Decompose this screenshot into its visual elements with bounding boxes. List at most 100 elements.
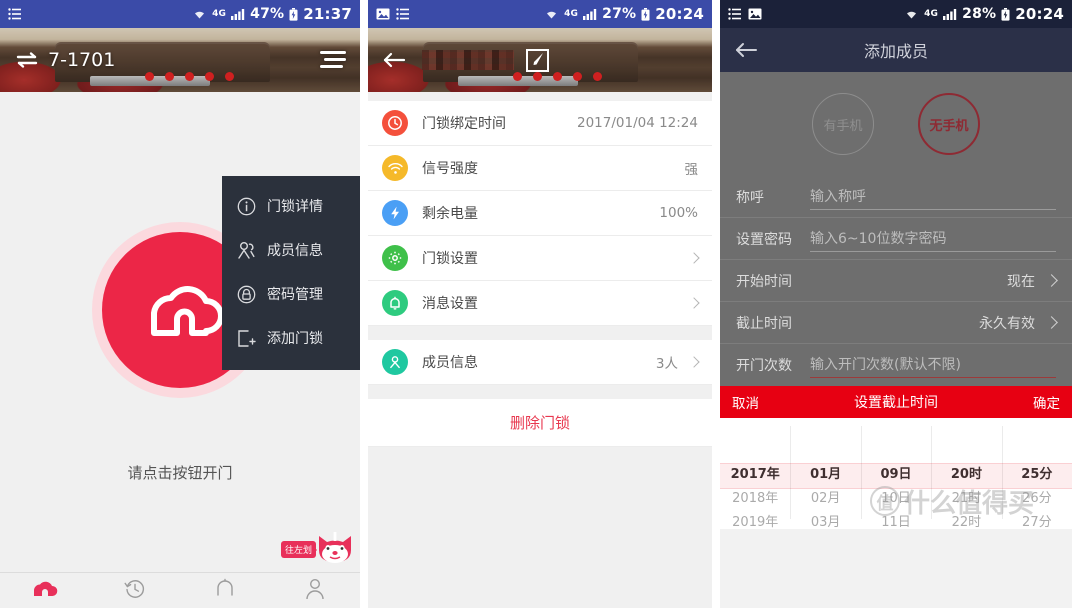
- picker-column-minute[interactable]: 25分 26分 27分: [1001, 418, 1072, 529]
- menu-item-member-info[interactable]: 成员信息: [222, 228, 360, 272]
- members-icon: [236, 240, 256, 260]
- toggle-has-phone[interactable]: 有手机: [812, 93, 874, 155]
- section-gap: [368, 326, 712, 340]
- image-icon: [376, 8, 390, 20]
- row-member-info[interactable]: 成员信息 3人: [368, 340, 712, 385]
- swap-arrows-icon[interactable]: [14, 51, 40, 69]
- nickname-input[interactable]: 输入称呼: [810, 184, 1056, 210]
- masked-lock-name: [422, 50, 514, 70]
- picker-item[interactable]: 2017年: [720, 463, 790, 487]
- row-value: 3人: [655, 356, 678, 372]
- toggle-no-phone[interactable]: 无手机: [918, 93, 980, 155]
- picker-confirm-button[interactable]: 确定: [1033, 392, 1060, 412]
- field-password[interactable]: 设置密码 输入6~10位数字密码: [720, 218, 1072, 260]
- picker-item[interactable]: 11日: [861, 511, 931, 529]
- status-right-icons: 4G 47% 21:37: [192, 5, 352, 23]
- edit-pencil-icon[interactable]: [526, 48, 549, 72]
- status-left-icons: [8, 8, 22, 20]
- menu-item-lock-details[interactable]: 门锁详情: [222, 184, 360, 228]
- delete-lock-button[interactable]: 删除门锁: [368, 399, 712, 447]
- picker-item[interactable]: 27分: [1002, 511, 1072, 529]
- screenshot-root: 4G 47% 21:37 7-1701 请点击按钮开门 门锁详情 成员信息 密码…: [0, 0, 1080, 608]
- tab-home[interactable]: [0, 580, 90, 601]
- picker-title: 设置截止时间: [854, 395, 938, 411]
- wifi-icon: [904, 8, 919, 20]
- mascot-widget[interactable]: 往左划: [280, 528, 356, 572]
- picker-item[interactable]: 03月: [790, 511, 860, 529]
- row-signal-strength[interactable]: 信号强度 强: [368, 146, 712, 191]
- bell-icon: [382, 290, 408, 316]
- field-start-time[interactable]: 开始时间 现在: [720, 260, 1072, 302]
- picker-item[interactable]: 09日: [861, 463, 931, 487]
- network-type-label: 4G: [212, 9, 227, 19]
- field-label: 设置密码: [736, 231, 792, 248]
- tab-notifications[interactable]: [180, 578, 270, 603]
- picker-item[interactable]: 21时: [931, 487, 1001, 511]
- chevron-right-icon: [688, 297, 700, 309]
- password-input[interactable]: 输入6~10位数字密码: [810, 226, 1056, 252]
- tab-history[interactable]: [90, 578, 180, 604]
- status-bar-3: 4G 28% 20:24: [720, 0, 1072, 28]
- picker-column-year[interactable]: 2017年 2018年 2019年: [720, 418, 790, 529]
- field-open-count[interactable]: 开门次数 输入开门次数(默认不限): [720, 344, 1072, 386]
- open-door-hint: 请点击按钮开门: [127, 464, 233, 482]
- field-nickname[interactable]: 称呼 输入称呼: [720, 176, 1072, 218]
- network-type-label: 4G: [564, 9, 579, 19]
- row-bind-time[interactable]: 门锁绑定时间 2017/01/04 12:24: [368, 101, 712, 146]
- page-title: 7-1701: [48, 49, 116, 71]
- menu-item-add-lock[interactable]: 添加门锁: [222, 316, 360, 360]
- picker-cancel-button[interactable]: 取消: [732, 392, 759, 412]
- signal-bars-icon: [943, 8, 957, 20]
- chevron-right-icon: [688, 252, 700, 264]
- image-icon: [748, 8, 762, 20]
- row-message-settings[interactable]: 消息设置: [368, 281, 712, 326]
- datetime-picker[interactable]: 2017年 2018年 2019年 01月 02月 03月 09日 10日 11…: [720, 418, 1072, 529]
- field-label: 截止时间: [736, 315, 792, 332]
- picker-column-hour[interactable]: 20时 21时 22时: [931, 418, 1001, 529]
- page-title: 添加成员: [863, 42, 928, 61]
- battery-icon: [1001, 7, 1010, 21]
- hamburger-menu-icon[interactable]: [320, 51, 346, 69]
- network-type-label: 4G: [924, 9, 939, 19]
- end-time-value: 永久有效: [979, 315, 1035, 332]
- picker-item[interactable]: 25分: [1002, 463, 1072, 487]
- status-bar-1: 4G 47% 21:37: [0, 0, 360, 28]
- wifi-icon: [544, 8, 559, 20]
- open-count-input[interactable]: 输入开门次数(默认不限): [810, 352, 1056, 378]
- picker-item[interactable]: 20时: [931, 463, 1001, 487]
- menu-item-password-management[interactable]: 密码管理: [222, 272, 360, 316]
- detail-hero-banner: [368, 28, 712, 92]
- picker-item[interactable]: 2019年: [720, 511, 790, 529]
- home-body: 请点击按钮开门 门锁详情 成员信息 密码管理 添加门锁 往左划: [0, 92, 360, 608]
- picker-item[interactable]: 22时: [931, 511, 1001, 529]
- row-label: 消息设置: [422, 296, 478, 312]
- picker-item[interactable]: 2018年: [720, 487, 790, 511]
- battery-percent-label: 47%: [250, 6, 285, 22]
- row-battery[interactable]: 剩余电量 100%: [368, 191, 712, 236]
- phone-screen-lock-details: 4G 27% 20:24 门锁绑定时间 2017/01/04 12:24 信号强…: [360, 0, 712, 608]
- phone-toggle-group: 有手机 无手机: [720, 72, 1072, 176]
- signal-bars-icon: [231, 8, 245, 20]
- phone-screen-home: 4G 47% 21:37 7-1701 请点击按钮开门 门锁详情 成员信息 密码…: [0, 0, 360, 608]
- signal-bars-icon: [583, 8, 597, 20]
- picker-column-day[interactable]: 09日 10日 11日: [860, 418, 931, 529]
- picker-column-month[interactable]: 01月 02月 03月: [790, 418, 860, 529]
- lock-info-list: 门锁绑定时间 2017/01/04 12:24 信号强度 强 剩余电量 100%: [368, 101, 712, 326]
- field-end-time[interactable]: 截止时间 永久有效: [720, 302, 1072, 344]
- home-top-bar: 7-1701: [0, 28, 360, 92]
- dog-mascot-icon: [314, 528, 356, 572]
- person-icon: [304, 578, 326, 603]
- picker-item[interactable]: 02月: [790, 487, 860, 511]
- clock-label: 21:37: [303, 5, 352, 23]
- picker-item[interactable]: 01月: [790, 463, 860, 487]
- back-arrow-icon[interactable]: [382, 50, 406, 70]
- start-time-value: 现在: [1007, 273, 1035, 290]
- row-lock-settings[interactable]: 门锁设置: [368, 236, 712, 281]
- row-value: 2017/01/04 12:24: [576, 115, 698, 131]
- picker-item[interactable]: 10日: [861, 487, 931, 511]
- picker-item[interactable]: 26分: [1002, 487, 1072, 511]
- tab-profile[interactable]: [270, 578, 360, 603]
- menu-item-label: 密码管理: [267, 287, 323, 303]
- battery-percent-label: 27%: [602, 6, 637, 22]
- row-value: 强: [684, 162, 699, 178]
